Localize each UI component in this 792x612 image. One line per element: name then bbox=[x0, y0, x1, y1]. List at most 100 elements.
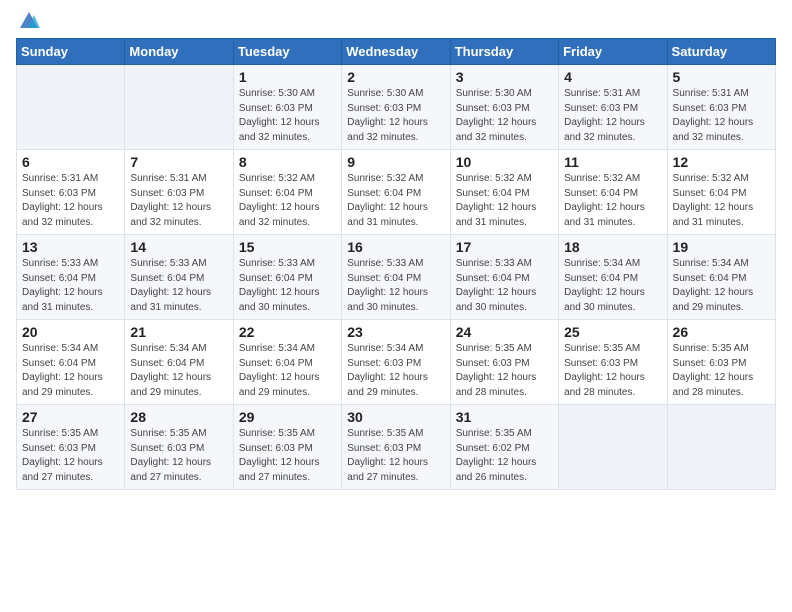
day-number: 7 bbox=[130, 154, 227, 170]
cell-info: Sunrise: 5:35 AM Sunset: 6:03 PM Dayligh… bbox=[347, 427, 444, 485]
calendar-cell: 1 Sunrise: 5:30 AM Sunset: 6:03 PM Daylig… bbox=[233, 65, 341, 150]
day-number: 13 bbox=[22, 239, 119, 255]
calendar-cell: 26Sunrise: 5:35 AM Sunset: 6:03 PM Dayli… bbox=[667, 320, 775, 405]
calendar-cell: 3Sunrise: 5:30 AM Sunset: 6:03 PM Daylig… bbox=[450, 65, 558, 150]
calendar-cell: 21 Sunrise: 5:34 AM Sunset: 6:04 PM Dayli… bbox=[125, 320, 233, 405]
calendar-cell: 22 Sunrise: 5:34 AM Sunset: 6:04 PM Dayli… bbox=[233, 320, 341, 405]
cell-info: Sunrise: 5:35 AM Sunset: 6:03 PM Dayligh… bbox=[456, 342, 553, 400]
calendar-cell: 15Sunrise: 5:33 AM Sunset: 6:04 PM Dayli… bbox=[233, 235, 341, 320]
header-row bbox=[16, 10, 776, 32]
cell-info: Sunrise: 5:32 AM Sunset: 6:04 PM Dayligh… bbox=[456, 172, 553, 230]
calendar-cell: 30 Sunrise: 5:35 AM Sunset: 6:03 PM Dayli… bbox=[342, 405, 450, 490]
calendar-cell: 24Sunrise: 5:35 AM Sunset: 6:03 PM Dayli… bbox=[450, 320, 558, 405]
cell-info: Sunrise: 5:33 AM Sunset: 6:04 PM Dayligh… bbox=[239, 257, 336, 315]
cell-info: Sunrise: 5:34 AM Sunset: 6:04 PM Dayligh… bbox=[239, 342, 336, 400]
cell-info: Sunrise: 5:33 AM Sunset: 6:04 PM Dayligh… bbox=[347, 257, 444, 315]
cell-info: Sunrise: 5:31 AM Sunset: 6:03 PM Dayligh… bbox=[130, 172, 227, 230]
header-sunday: Sunday bbox=[17, 39, 125, 65]
day-number: 11 bbox=[564, 154, 661, 170]
calendar-cell: 5 Sunrise: 5:31 AM Sunset: 6:03 PM Daylig… bbox=[667, 65, 775, 150]
calendar-cell bbox=[17, 65, 125, 150]
day-number: 18 bbox=[564, 239, 661, 255]
calendar-cell: 13Sunrise: 5:33 AM Sunset: 6:04 PM Dayli… bbox=[17, 235, 125, 320]
day-number: 27 bbox=[22, 409, 119, 425]
page: SundayMondayTuesdayWednesdayThursdayFrid… bbox=[0, 0, 792, 500]
day-number: 10 bbox=[456, 154, 553, 170]
calendar-cell: 27 Sunrise: 5:35 AM Sunset: 6:03 PM Dayli… bbox=[17, 405, 125, 490]
day-number: 26 bbox=[673, 324, 770, 340]
header-wednesday: Wednesday bbox=[342, 39, 450, 65]
calendar-cell bbox=[559, 405, 667, 490]
calendar-cell: 8Sunrise: 5:32 AM Sunset: 6:04 PM Daylig… bbox=[233, 150, 341, 235]
cell-info: Sunrise: 5:34 AM Sunset: 6:04 PM Dayligh… bbox=[22, 342, 119, 400]
cell-info: Sunrise: 5:31 AM Sunset: 6:03 PM Dayligh… bbox=[564, 87, 661, 145]
calendar-cell: 4 Sunrise: 5:31 AM Sunset: 6:03 PM Daylig… bbox=[559, 65, 667, 150]
day-number: 5 bbox=[673, 69, 770, 85]
calendar-cell: 10 Sunrise: 5:32 AM Sunset: 6:04 PM Dayli… bbox=[450, 150, 558, 235]
day-number: 1 bbox=[239, 69, 336, 85]
week-row-5: 27 Sunrise: 5:35 AM Sunset: 6:03 PM Dayli… bbox=[17, 405, 776, 490]
calendar-header-row: SundayMondayTuesdayWednesdayThursdayFrid… bbox=[17, 39, 776, 65]
cell-info: Sunrise: 5:30 AM Sunset: 6:03 PM Dayligh… bbox=[239, 87, 336, 145]
header-saturday: Saturday bbox=[667, 39, 775, 65]
week-row-4: 20 Sunrise: 5:34 AM Sunset: 6:04 PM Dayli… bbox=[17, 320, 776, 405]
calendar-cell: 18 Sunrise: 5:34 AM Sunset: 6:04 PM Dayli… bbox=[559, 235, 667, 320]
day-number: 22 bbox=[239, 324, 336, 340]
day-number: 29 bbox=[239, 409, 336, 425]
day-number: 16 bbox=[347, 239, 444, 255]
day-number: 21 bbox=[130, 324, 227, 340]
header-tuesday: Tuesday bbox=[233, 39, 341, 65]
header-thursday: Thursday bbox=[450, 39, 558, 65]
cell-info: Sunrise: 5:31 AM Sunset: 6:03 PM Dayligh… bbox=[22, 172, 119, 230]
calendar-cell bbox=[667, 405, 775, 490]
cell-info: Sunrise: 5:34 AM Sunset: 6:04 PM Dayligh… bbox=[564, 257, 661, 315]
day-number: 19 bbox=[673, 239, 770, 255]
calendar-cell: 28 Sunrise: 5:35 AM Sunset: 6:03 PM Dayli… bbox=[125, 405, 233, 490]
day-number: 4 bbox=[564, 69, 661, 85]
cell-info: Sunrise: 5:34 AM Sunset: 6:04 PM Dayligh… bbox=[130, 342, 227, 400]
calendar-cell bbox=[125, 65, 233, 150]
cell-info: Sunrise: 5:35 AM Sunset: 6:02 PM Dayligh… bbox=[456, 427, 553, 485]
day-number: 6 bbox=[22, 154, 119, 170]
cell-info: Sunrise: 5:32 AM Sunset: 6:04 PM Dayligh… bbox=[239, 172, 336, 230]
cell-info: Sunrise: 5:30 AM Sunset: 6:03 PM Dayligh… bbox=[456, 87, 553, 145]
day-number: 17 bbox=[456, 239, 553, 255]
cell-info: Sunrise: 5:32 AM Sunset: 6:04 PM Dayligh… bbox=[564, 172, 661, 230]
header-friday: Friday bbox=[559, 39, 667, 65]
day-number: 30 bbox=[347, 409, 444, 425]
week-row-2: 6 Sunrise: 5:31 AM Sunset: 6:03 PM Daylig… bbox=[17, 150, 776, 235]
calendar-cell: 29 Sunrise: 5:35 AM Sunset: 6:03 PM Dayli… bbox=[233, 405, 341, 490]
cell-info: Sunrise: 5:34 AM Sunset: 6:03 PM Dayligh… bbox=[347, 342, 444, 400]
cell-info: Sunrise: 5:34 AM Sunset: 6:04 PM Dayligh… bbox=[673, 257, 770, 315]
calendar-cell: 25Sunrise: 5:35 AM Sunset: 6:03 PM Dayli… bbox=[559, 320, 667, 405]
calendar-cell: 19 Sunrise: 5:34 AM Sunset: 6:04 PM Dayli… bbox=[667, 235, 775, 320]
calendar-table: SundayMondayTuesdayWednesdayThursdayFrid… bbox=[16, 38, 776, 490]
day-number: 23 bbox=[347, 324, 444, 340]
calendar-cell: 23 Sunrise: 5:34 AM Sunset: 6:03 PM Dayli… bbox=[342, 320, 450, 405]
day-number: 28 bbox=[130, 409, 227, 425]
cell-info: Sunrise: 5:31 AM Sunset: 6:03 PM Dayligh… bbox=[673, 87, 770, 145]
calendar-cell: 16 Sunrise: 5:33 AM Sunset: 6:04 PM Dayli… bbox=[342, 235, 450, 320]
header-monday: Monday bbox=[125, 39, 233, 65]
week-row-1: 1 Sunrise: 5:30 AM Sunset: 6:03 PM Daylig… bbox=[17, 65, 776, 150]
cell-info: Sunrise: 5:35 AM Sunset: 6:03 PM Dayligh… bbox=[564, 342, 661, 400]
day-number: 31 bbox=[456, 409, 553, 425]
cell-info: Sunrise: 5:32 AM Sunset: 6:04 PM Dayligh… bbox=[347, 172, 444, 230]
day-number: 2 bbox=[347, 69, 444, 85]
cell-info: Sunrise: 5:30 AM Sunset: 6:03 PM Dayligh… bbox=[347, 87, 444, 145]
calendar-cell: 7 Sunrise: 5:31 AM Sunset: 6:03 PM Daylig… bbox=[125, 150, 233, 235]
cell-info: Sunrise: 5:35 AM Sunset: 6:03 PM Dayligh… bbox=[239, 427, 336, 485]
calendar-cell: 14Sunrise: 5:33 AM Sunset: 6:04 PM Dayli… bbox=[125, 235, 233, 320]
day-number: 20 bbox=[22, 324, 119, 340]
calendar-cell: 31 Sunrise: 5:35 AM Sunset: 6:02 PM Dayli… bbox=[450, 405, 558, 490]
cell-info: Sunrise: 5:35 AM Sunset: 6:03 PM Dayligh… bbox=[22, 427, 119, 485]
calendar-cell: 17 Sunrise: 5:33 AM Sunset: 6:04 PM Dayli… bbox=[450, 235, 558, 320]
logo bbox=[16, 10, 40, 32]
calendar-cell: 11 Sunrise: 5:32 AM Sunset: 6:04 PM Dayli… bbox=[559, 150, 667, 235]
day-number: 14 bbox=[130, 239, 227, 255]
cell-info: Sunrise: 5:33 AM Sunset: 6:04 PM Dayligh… bbox=[456, 257, 553, 315]
cell-info: Sunrise: 5:35 AM Sunset: 6:03 PM Dayligh… bbox=[130, 427, 227, 485]
day-number: 9 bbox=[347, 154, 444, 170]
logo-icon bbox=[18, 10, 40, 32]
cell-info: Sunrise: 5:32 AM Sunset: 6:04 PM Dayligh… bbox=[673, 172, 770, 230]
